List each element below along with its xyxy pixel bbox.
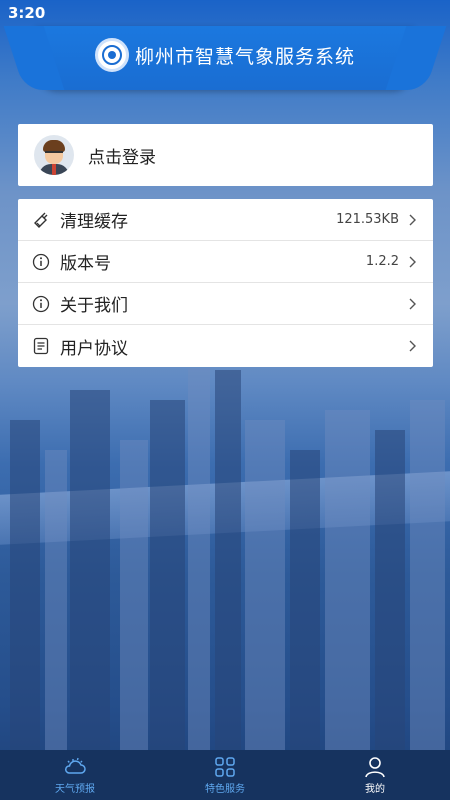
broom-icon xyxy=(32,211,50,229)
nav-label: 我的 xyxy=(365,783,385,795)
settings-item-label: 清理缓存 xyxy=(60,212,128,232)
user-avatar xyxy=(34,135,74,175)
settings-item-user-agreement[interactable]: 用户协议 xyxy=(18,325,433,367)
weather-bureau-logo-icon xyxy=(94,38,129,72)
nav-label: 天气预报 xyxy=(55,783,95,795)
version-value: 1.2.2 xyxy=(365,254,399,269)
settings-item-version[interactable]: 版本号 1.2.2 xyxy=(18,241,433,283)
status-bar: 3:20 xyxy=(0,0,450,26)
settings-item-label: 用户协议 xyxy=(60,338,128,359)
app-header: 柳州市智慧气象服务系统 xyxy=(10,26,440,90)
settings-item-clear-cache[interactable]: 清理缓存 121.53KB xyxy=(18,199,433,241)
city-skyline xyxy=(0,368,450,750)
nav-mine[interactable]: 我的 xyxy=(300,750,450,800)
settings-item-label: 版本号 xyxy=(60,254,111,274)
nav-weather-forecast[interactable]: 天气预报 xyxy=(0,750,150,800)
login-card[interactable]: 点击登录 xyxy=(18,124,433,186)
person-icon xyxy=(365,756,385,777)
grid-icon xyxy=(215,756,235,777)
nav-featured-services[interactable]: 特色服务 xyxy=(150,750,300,800)
cache-size-value: 121.53KB xyxy=(336,212,399,227)
chevron-right-icon xyxy=(409,214,416,225)
chevron-right-icon xyxy=(409,298,416,309)
login-label: 点击登录 xyxy=(88,147,156,168)
chevron-right-icon xyxy=(409,256,416,267)
chevron-right-icon xyxy=(409,340,416,352)
bottom-navigation: 天气预报 特色服务 我的 xyxy=(0,750,450,800)
settings-item-label: 关于我们 xyxy=(60,296,128,316)
document-icon xyxy=(32,337,50,355)
status-time: 3:20 xyxy=(8,4,46,22)
nav-label: 特色服务 xyxy=(205,783,245,795)
info-icon xyxy=(32,253,50,271)
settings-list: 清理缓存 121.53KB 版本号 1.2.2 关于我们 用户协议 xyxy=(18,199,433,367)
info-icon xyxy=(32,295,50,313)
app-title: 柳州市智慧气象服务系统 xyxy=(134,45,355,68)
settings-item-about-us[interactable]: 关于我们 xyxy=(18,283,433,325)
cloud-sun-icon xyxy=(65,757,86,774)
